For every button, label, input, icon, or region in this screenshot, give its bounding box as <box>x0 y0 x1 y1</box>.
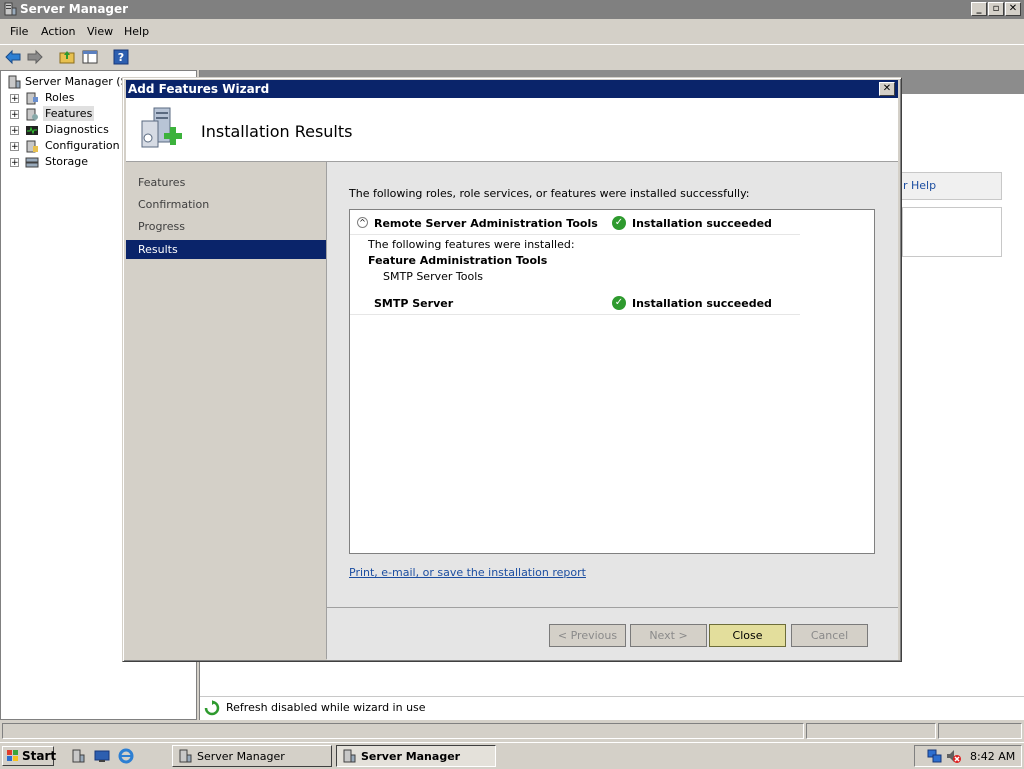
wizard-navigation: Features Confirmation Progress Results <box>126 162 327 659</box>
taskbar-server-manager-2[interactable]: Server Manager <box>336 745 496 767</box>
menu-action[interactable]: Action <box>41 25 75 38</box>
wizard-nav-features[interactable]: Features <box>126 173 326 192</box>
start-label: Start <box>22 749 57 763</box>
result-status: Installation succeeded <box>632 297 772 310</box>
add-features-icon <box>141 107 182 148</box>
tree-root[interactable]: Server Manager (SR <box>25 75 135 88</box>
system-tray: 8:42 AM <box>914 745 1022 767</box>
show-hide-tree-icon[interactable] <box>81 48 99 66</box>
help-panel: r Help <box>900 172 1002 200</box>
expand-storage-button[interactable]: + <box>10 158 19 168</box>
svg-text:?: ? <box>118 51 124 64</box>
storage-icon <box>25 157 39 168</box>
tree-item-configuration[interactable]: Configuration <box>45 139 120 152</box>
result-name: Remote Server Administration Tools <box>374 217 598 230</box>
menu-file[interactable]: File <box>10 25 28 38</box>
wizard-nav-results[interactable]: Results <box>126 240 326 259</box>
forward-arrow-icon[interactable] <box>26 48 44 66</box>
cancel-button[interactable]: Cancel <box>791 624 868 647</box>
internet-explorer-icon[interactable] <box>118 748 134 764</box>
results-list: ^ Remote Server Administration Tools ✓ I… <box>349 209 875 554</box>
wizard-content: The following roles, role services, or f… <box>327 162 898 607</box>
diagnostics-icon <box>26 126 38 135</box>
tree-item-features[interactable]: Features <box>43 106 95 121</box>
refresh-status-text: Refresh disabled while wizard in use <box>226 701 426 714</box>
wizard-header: Installation Results <box>126 98 898 162</box>
window-title: Server Manager <box>20 2 129 16</box>
menu-view[interactable]: View <box>87 25 113 38</box>
server-manager-quicklaunch-icon[interactable] <box>70 748 86 764</box>
show-desktop-icon[interactable] <box>94 748 110 764</box>
minimize-button[interactable]: _ <box>971 2 987 16</box>
features-icon <box>26 108 38 121</box>
taskbar: Start Server Manager Server Manager 8:42… <box>0 742 1024 769</box>
restore-button[interactable]: ▫ <box>988 2 1004 16</box>
tree-item-diagnostics[interactable]: Diagnostics <box>45 123 109 136</box>
start-button[interactable]: Start <box>2 746 57 766</box>
expand-features-button[interactable]: + <box>10 110 19 120</box>
help-link[interactable]: r Help <box>903 179 936 192</box>
roles-icon <box>26 92 38 105</box>
expand-configuration-button[interactable]: + <box>10 142 19 152</box>
menu-bar: File Action View Help <box>0 21 1024 42</box>
result-name: SMTP Server <box>374 297 454 310</box>
window-title-bar: Server Manager _ ▫ ✕ <box>0 0 1024 19</box>
wizard-close-button[interactable]: ✕ <box>879 82 895 96</box>
close-window-button[interactable]: ✕ <box>1005 2 1021 16</box>
windows-logo-icon <box>7 750 18 761</box>
installation-report-link[interactable]: Print, e-mail, or save the installation … <box>349 566 586 579</box>
previous-button[interactable]: < Previous <box>549 624 626 647</box>
back-arrow-icon[interactable] <box>4 48 22 66</box>
status-cell-2 <box>806 723 936 739</box>
task-label: Server Manager <box>361 750 461 763</box>
success-check-icon: ✓ <box>612 216 626 230</box>
tree-item-storage[interactable]: Storage <box>45 155 88 168</box>
toolbar: ? <box>0 44 1024 69</box>
server-manager-icon <box>8 75 21 89</box>
result-group: Feature Administration Tools <box>368 254 548 267</box>
help-panel-body <box>902 207 1002 257</box>
help-icon[interactable]: ? <box>112 48 130 66</box>
status-cell-main <box>2 723 804 739</box>
wizard-title-bar: Add Features Wizard ✕ <box>126 80 898 98</box>
expand-diagnostics-button[interactable]: + <box>10 126 19 136</box>
refresh-icon <box>204 700 220 716</box>
volume-muted-icon[interactable] <box>945 748 961 764</box>
result-sub-feature: SMTP Server Tools <box>383 270 483 283</box>
add-features-wizard: Add Features Wizard ✕ Installation Resul… <box>122 77 902 662</box>
up-folder-icon[interactable] <box>58 48 76 66</box>
server-manager-icon <box>4 2 17 16</box>
wizard-nav-progress[interactable]: Progress <box>126 217 326 236</box>
server-manager-icon <box>179 749 192 763</box>
wizard-title: Add Features Wizard <box>128 82 270 96</box>
wizard-nav-confirmation[interactable]: Confirmation <box>126 195 326 214</box>
wizard-footer: < Previous Next > Close Cancel <box>327 607 898 660</box>
close-button[interactable]: Close <box>709 624 786 647</box>
collapse-icon[interactable]: ^ <box>357 217 368 228</box>
configuration-icon <box>26 140 38 153</box>
menu-help[interactable]: Help <box>124 25 149 38</box>
status-bar <box>0 721 1024 741</box>
result-divider <box>350 314 800 315</box>
taskbar-server-manager-1[interactable]: Server Manager <box>172 745 332 767</box>
next-button[interactable]: Next > <box>630 624 707 647</box>
wizard-page-heading: Installation Results <box>201 122 353 141</box>
expand-roles-button[interactable]: + <box>10 94 19 104</box>
result-details-intro: The following features were installed: <box>368 238 575 251</box>
server-manager-icon <box>343 749 356 763</box>
network-icon[interactable] <box>927 748 943 764</box>
success-check-icon: ✓ <box>612 296 626 310</box>
results-intro: The following roles, role services, or f… <box>349 187 750 200</box>
result-status: Installation succeeded <box>632 217 772 230</box>
tree-item-roles[interactable]: Roles <box>45 91 74 104</box>
clock: 8:42 AM <box>970 750 1016 763</box>
result-divider <box>350 234 800 235</box>
task-label: Server Manager <box>197 750 285 763</box>
details-status: Refresh disabled while wizard in use <box>200 696 1024 719</box>
status-cell-3 <box>938 723 1022 739</box>
